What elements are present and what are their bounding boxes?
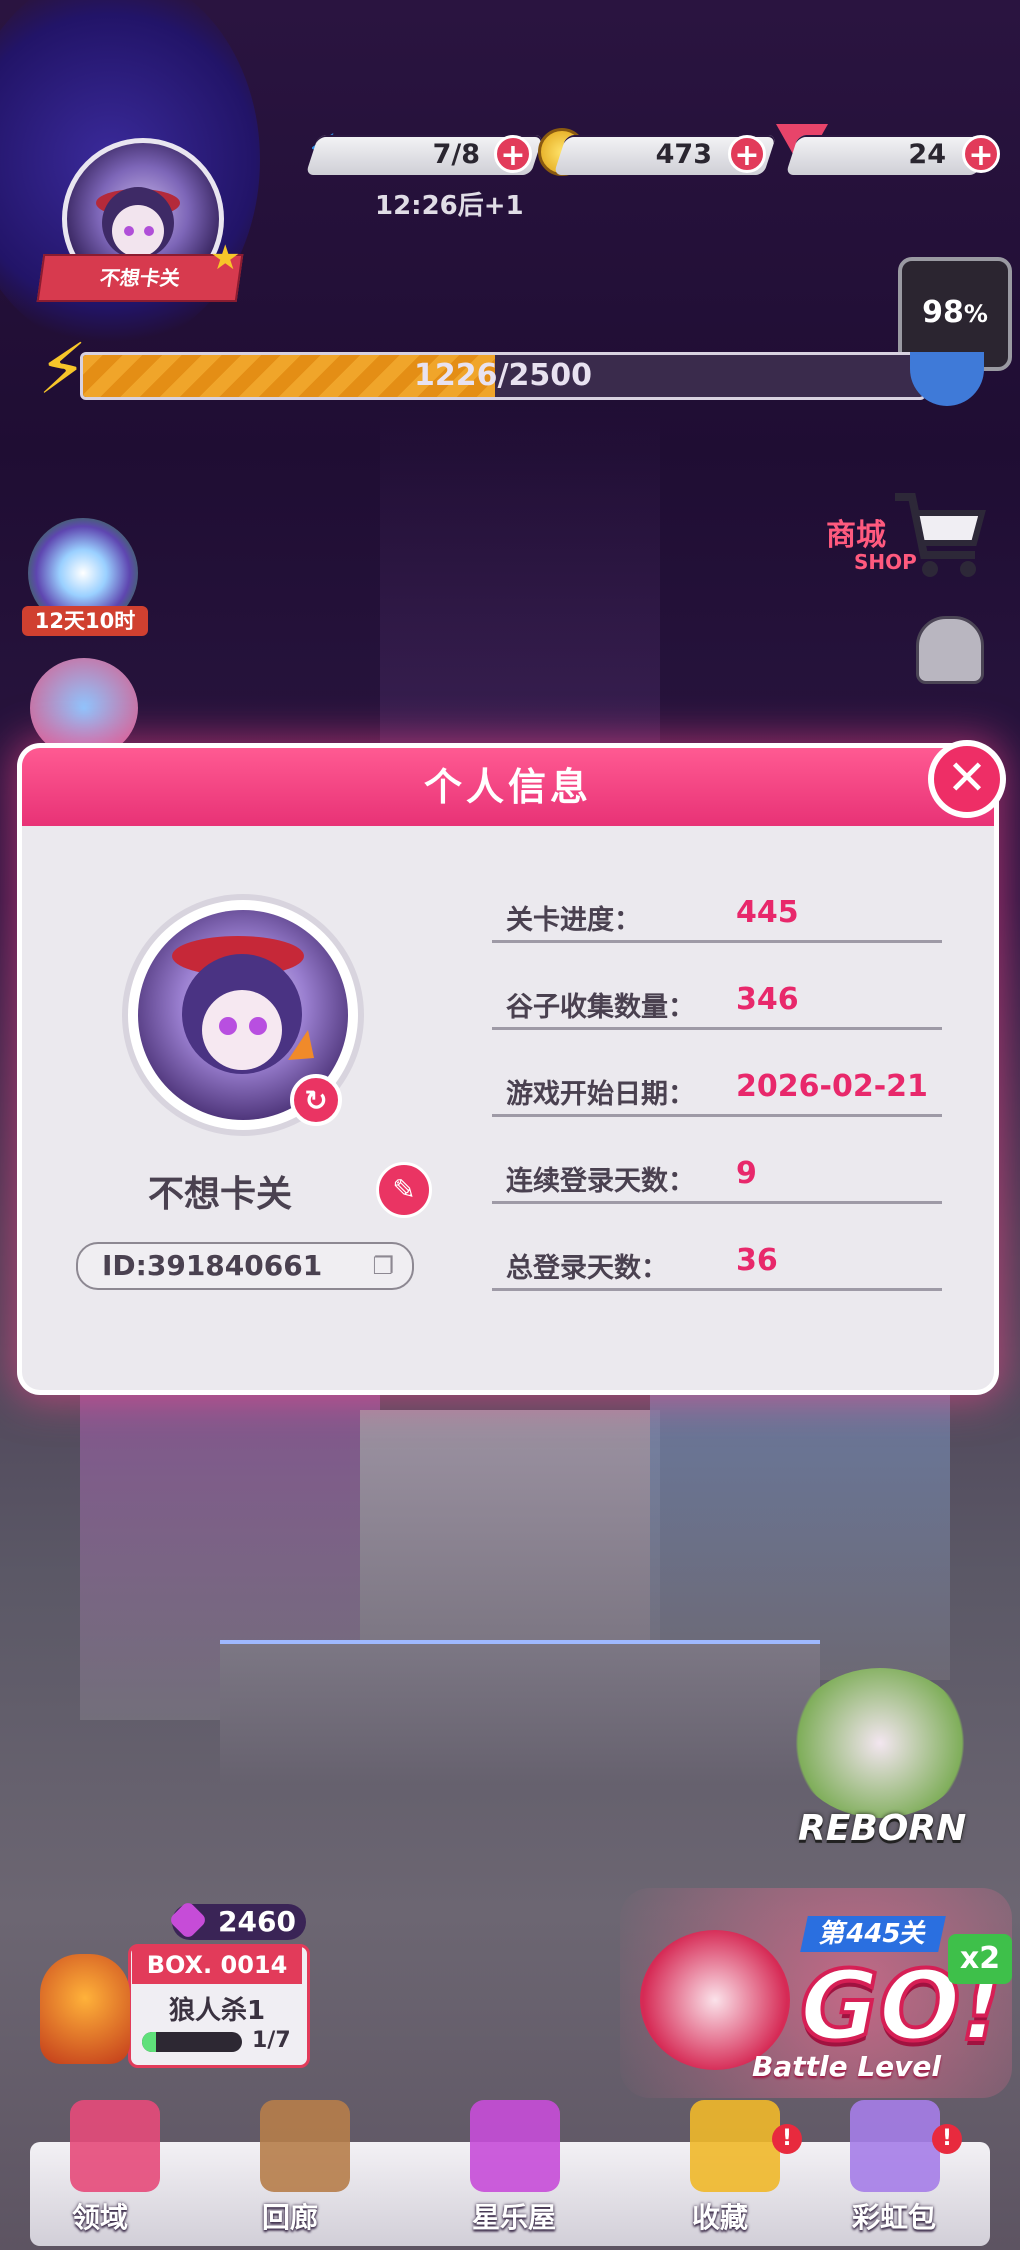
reborn-label: REBORN (798, 1808, 967, 1849)
gallery-icon[interactable] (260, 2100, 350, 2192)
gem-value: 24 (908, 139, 946, 170)
rooster-character-icon[interactable] (40, 1954, 130, 2064)
stat-divider (492, 940, 942, 943)
stage-block-front (220, 1640, 820, 1784)
stat-label: 谷子收集数量： (506, 992, 695, 1023)
copy-icon[interactable]: ❐ (372, 1252, 394, 1280)
box-points: 2460 (218, 1905, 296, 1938)
box-progress-fill (142, 2032, 156, 2052)
level-mode-label: Battle Level (752, 2050, 942, 2083)
stat-value: 9 (736, 1156, 757, 1191)
coin-value: 473 (655, 139, 712, 170)
territory-icon[interactable] (70, 2100, 160, 2192)
event-timer-label: 12天10时 (22, 606, 148, 636)
star-icon: ★ (210, 238, 241, 278)
profile-modal-header: 个人信息 (22, 748, 994, 826)
rainbow-pack-icon[interactable] (850, 2100, 940, 2192)
box-progress-bar (142, 2032, 242, 2052)
level-progress-text: 1226/2500 (414, 358, 592, 393)
shop-cart-icon[interactable] (890, 485, 990, 585)
change-avatar-button[interactable]: ↻ (290, 1074, 342, 1126)
dock-label[interactable]: 回廊 (262, 2196, 318, 2236)
coin-add-button[interactable]: + (728, 135, 766, 173)
stat-divider (492, 1027, 942, 1030)
level-character-icon (640, 1930, 790, 2070)
pencil-icon: ✎ (392, 1173, 416, 1206)
multiplier-badge: x2 (948, 1934, 1012, 1984)
energy-value: 7/8 (432, 139, 480, 170)
stat-value: 445 (736, 895, 799, 930)
dock-label[interactable]: 星乐屋 (472, 2196, 556, 2236)
dock-label[interactable]: 收藏 (692, 2196, 748, 2236)
gift-card-icon[interactable] (30, 658, 138, 758)
completion-unit: % (963, 300, 988, 328)
gem-add-button[interactable]: + (962, 135, 1000, 173)
box-progress-text: 1/7 (252, 2028, 291, 2053)
star-house-icon[interactable] (470, 2100, 560, 2192)
stat-divider (492, 1288, 942, 1291)
reborn-character-icon[interactable] (790, 1668, 970, 1818)
notification-badge: ! (772, 2124, 802, 2154)
completion-value: 98 (922, 295, 964, 330)
stage-block-right (650, 1390, 950, 1680)
box-number: BOX. 0014 (132, 1946, 302, 1984)
dock-label[interactable]: 彩虹包 (852, 2196, 936, 2236)
notification-badge: ! (932, 2124, 962, 2154)
edit-name-button[interactable]: ✎ (376, 1162, 432, 1218)
stat-label: 总登录天数： (506, 1253, 668, 1284)
energy-timer: 12:26后+1 (375, 191, 524, 221)
close-button[interactable]: ✕ (928, 740, 1006, 818)
player-id: ID:391840661 (102, 1249, 323, 1282)
stat-value: 2026-02-21 (736, 1069, 928, 1104)
stat-divider (492, 1201, 942, 1204)
stat-label: 连续登录天数： (506, 1166, 695, 1197)
box-name: 狼人杀1 (168, 1996, 266, 2026)
profile-modal-title: 个人信息 (423, 765, 592, 809)
stat-divider (492, 1114, 942, 1117)
player-id-box[interactable]: ID:391840661 ❐ (76, 1242, 414, 1290)
profile-name: 不想卡关 (148, 1174, 293, 1215)
stat-value: 346 (736, 982, 799, 1017)
stat-label: 关卡进度： (506, 905, 641, 936)
friends-icon[interactable] (916, 616, 984, 684)
star-icon[interactable] (690, 2100, 780, 2192)
dock-label[interactable]: 领域 (72, 2196, 128, 2236)
stat-value: 36 (736, 1243, 778, 1278)
stat-label: 游戏开始日期： (506, 1079, 695, 1110)
level-number: 第445关 (800, 1916, 947, 1952)
level-progress-bar: 1226/2500 (80, 352, 926, 400)
energy-add-button[interactable]: + (494, 135, 532, 173)
